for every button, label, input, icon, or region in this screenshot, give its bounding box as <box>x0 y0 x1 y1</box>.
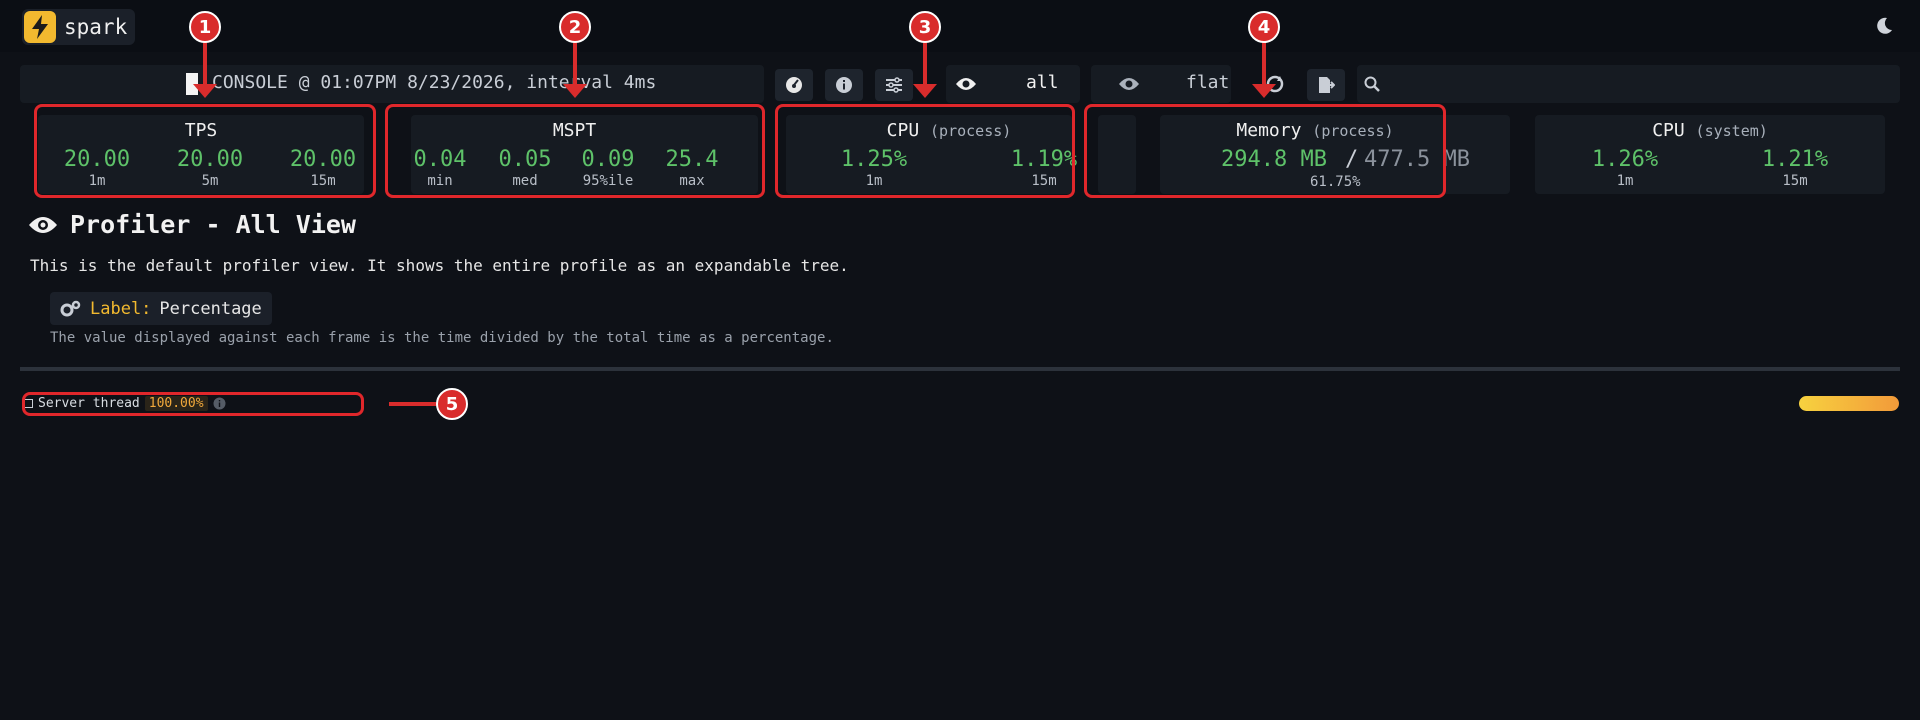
flame-bar[interactable] <box>1799 396 1899 411</box>
cpu-system-widget[interactable]: CPU (system) 1.26% 1m 1.21% 15m <box>1535 115 1885 194</box>
arrowhead-icon <box>1252 84 1276 98</box>
annotation-arrow-5 <box>389 402 439 406</box>
eye-icon <box>1118 76 1140 96</box>
label-key: Label: <box>90 298 152 319</box>
search-icon <box>1364 76 1380 96</box>
arrowhead-icon <box>193 84 217 98</box>
annotation-badge-2: 2 <box>559 11 591 43</box>
file-export-icon <box>1319 77 1335 93</box>
search-input[interactable] <box>1357 65 1900 103</box>
moon-icon[interactable] <box>1874 16 1894 36</box>
view-title: Profiler - All View <box>70 210 356 239</box>
cpu-system-value-1m: 1.26% <box>1591 147 1659 172</box>
export-button[interactable] <box>1307 69 1345 101</box>
widgets-toggle-button[interactable] <box>775 69 813 101</box>
annotation-badge-4: 4 <box>1248 11 1280 43</box>
eye-icon <box>955 76 977 96</box>
annotation-box-2 <box>385 104 765 198</box>
annotation-badge-1: 1 <box>189 11 221 43</box>
annotation-arrow-1 <box>203 40 207 88</box>
tree-mode-label: flat <box>1186 72 1230 93</box>
info-button[interactable] <box>825 69 863 101</box>
gauge-icon <box>786 77 802 93</box>
annotation-box-5 <box>22 392 364 416</box>
app-header <box>0 0 1920 52</box>
info-icon <box>836 77 852 93</box>
view-heading: Profiler - All View <box>28 210 356 239</box>
arrowhead-icon <box>563 84 587 98</box>
cpu-system-title: CPU (system) <box>1652 120 1768 141</box>
settings-button[interactable] <box>875 69 913 101</box>
annotation-badge-3: 3 <box>909 11 941 43</box>
arrowhead-icon <box>913 84 937 98</box>
label-mode-chip[interactable]: Label: Percentage <box>50 292 272 325</box>
eye-icon <box>29 216 57 233</box>
cpu-system-label-1m: 1m <box>1616 173 1634 189</box>
annotation-arrow-2 <box>573 40 577 88</box>
sliders-icon <box>886 77 902 93</box>
view-selector-label: all <box>1026 72 1059 93</box>
annotation-box-1 <box>34 104 376 198</box>
label-note: The value displayed against each frame i… <box>50 330 834 346</box>
divider <box>20 367 1900 371</box>
annotation-arrow-3 <box>923 40 927 88</box>
label-value: Percentage <box>159 298 262 319</box>
brand-logo-link[interactable]: spark <box>22 9 136 45</box>
annotation-box-3 <box>775 104 1075 198</box>
session-info-text: CONSOLE @ 01:07PM 8/23/2026, interval 4m… <box>212 72 657 93</box>
annotation-badge-5: 5 <box>436 388 468 420</box>
cpu-system-label-15m: 15m <box>1782 173 1808 189</box>
gears-icon <box>60 300 81 316</box>
annotation-box-4 <box>1084 104 1446 198</box>
brand-name: spark <box>64 15 128 39</box>
cpu-system-value-15m: 1.21% <box>1761 147 1829 172</box>
annotation-arrow-4 <box>1262 40 1266 88</box>
view-description: This is the default profiler view. It sh… <box>30 256 849 275</box>
lightning-icon <box>24 11 56 43</box>
